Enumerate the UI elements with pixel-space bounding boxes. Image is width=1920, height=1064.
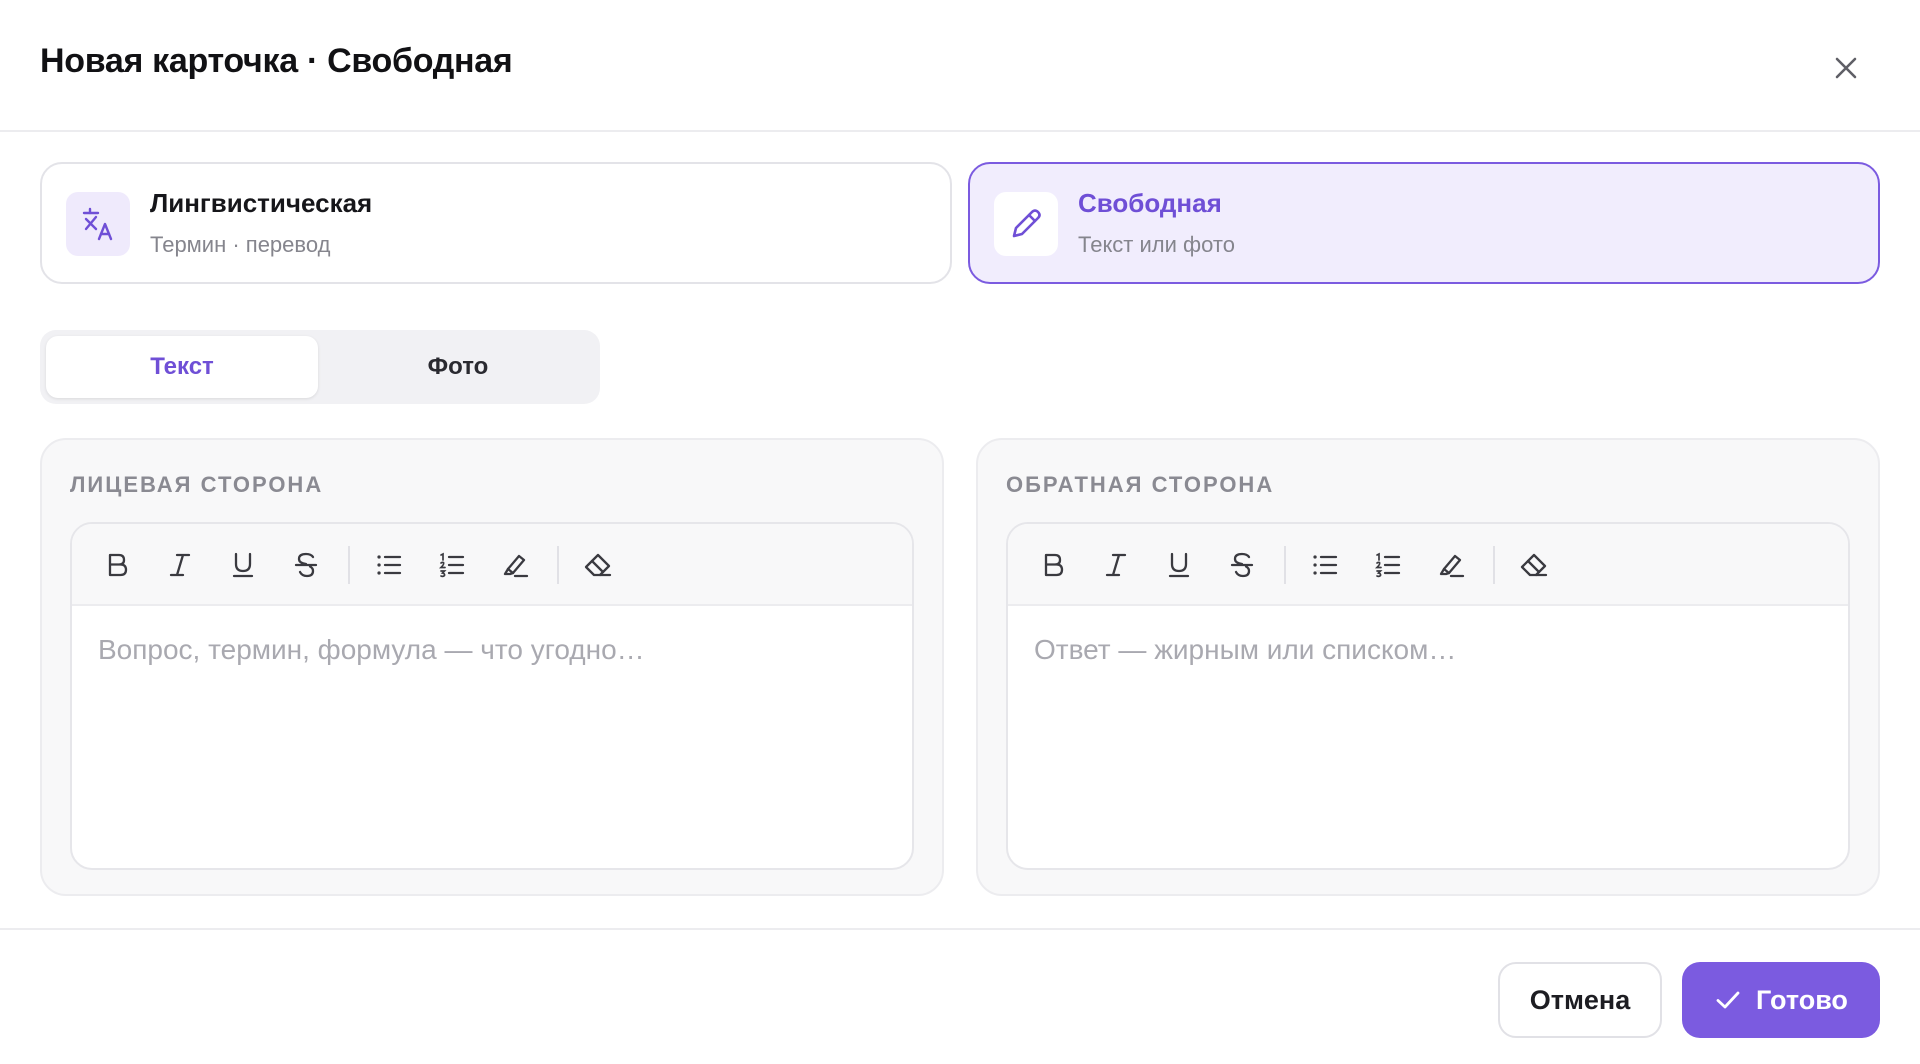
toolbar-divider — [1493, 546, 1495, 584]
back-side-label: ОБРАТНАЯ СТОРОНА — [1006, 472, 1275, 497]
toolbar-divider — [1284, 546, 1286, 584]
tab-photo[interactable]: Фото — [322, 336, 594, 398]
pencil-icon — [994, 192, 1058, 256]
clear-format-button[interactable] — [1513, 544, 1555, 586]
highlighter-icon — [503, 554, 529, 578]
strikethrough-button[interactable] — [1221, 544, 1263, 586]
formatting-toolbar — [72, 524, 912, 606]
card-type-subtitle: Текст или фото — [1078, 232, 1235, 257]
underline-button[interactable] — [222, 544, 264, 586]
numbered-list-button[interactable] — [1367, 544, 1409, 586]
card-type-free[interactable]: Свободная Текст или фото — [968, 162, 1880, 284]
back-side-panel: ОБРАТНАЯ СТОРОНА Ответ — жирным или спис… — [976, 438, 1880, 896]
strikethrough-icon — [1230, 552, 1254, 578]
italic-button[interactable] — [1095, 544, 1137, 586]
card-type-subtitle: Термин · перевод — [150, 232, 331, 257]
dialog-title: Новая карточка · Свободная — [40, 42, 513, 80]
bold-icon — [108, 553, 128, 577]
content-mode-switch: Текст Фото — [40, 330, 600, 404]
card-type-linguistic[interactable]: Лингвистическая Термин · перевод — [40, 162, 952, 284]
bullet-list-button[interactable] — [1304, 544, 1346, 586]
toolbar-divider — [348, 546, 350, 584]
card-type-name: Лингвистическая — [150, 188, 373, 218]
front-side-panel: ЛИЦЕВАЯ СТОРОНА Вопрос, термин, формула … — [40, 438, 944, 896]
italic-icon — [169, 553, 191, 577]
bold-button[interactable] — [96, 544, 138, 586]
underline-button[interactable] — [1158, 544, 1200, 586]
check-icon — [1716, 991, 1740, 1009]
highlight-button[interactable] — [494, 544, 536, 586]
front-input[interactable]: Вопрос, термин, формула — что угодно… — [72, 606, 912, 868]
toolbar-divider — [557, 546, 559, 584]
dialog-footer: Отмена Готово — [0, 928, 1920, 1064]
formatting-toolbar — [1008, 524, 1848, 606]
cancel-button[interactable]: Отмена — [1498, 962, 1662, 1038]
bullet-list-icon — [1313, 555, 1338, 575]
bold-button[interactable] — [1032, 544, 1074, 586]
numbered-list-icon — [1374, 552, 1401, 578]
bold-icon — [1044, 553, 1064, 577]
done-button[interactable]: Готово — [1682, 962, 1880, 1038]
dialog-header: Новая карточка · Свободная — [0, 0, 1920, 132]
card-type-name: Свободная — [1078, 188, 1222, 218]
back-input[interactable]: Ответ — жирным или списком… — [1008, 606, 1848, 868]
eraser-icon — [1520, 553, 1548, 577]
done-label: Готово — [1756, 984, 1848, 1015]
eraser-icon — [584, 553, 612, 577]
bullet-list-button[interactable] — [368, 544, 410, 586]
close-button[interactable] — [1820, 42, 1872, 94]
strikethrough-icon — [294, 552, 318, 578]
italic-button[interactable] — [159, 544, 201, 586]
underline-icon — [232, 552, 254, 578]
tab-text[interactable]: Текст — [46, 336, 318, 398]
italic-icon — [1105, 553, 1127, 577]
new-card-dialog: Новая карточка · Свободная Лингвистическ… — [0, 0, 1920, 1064]
front-side-label: ЛИЦЕВАЯ СТОРОНА — [70, 472, 324, 497]
translate-icon — [66, 192, 130, 256]
numbered-list-button[interactable] — [431, 544, 473, 586]
highlighter-icon — [1439, 554, 1465, 578]
close-icon — [1835, 57, 1857, 79]
strikethrough-button[interactable] — [285, 544, 327, 586]
back-editor: Ответ — жирным или списком… — [1006, 522, 1850, 870]
clear-format-button[interactable] — [577, 544, 619, 586]
front-editor: Вопрос, термин, формула — что угодно… — [70, 522, 914, 870]
numbered-list-icon — [438, 552, 465, 578]
underline-icon — [1168, 552, 1190, 578]
bullet-list-icon — [377, 555, 402, 575]
highlight-button[interactable] — [1430, 544, 1472, 586]
